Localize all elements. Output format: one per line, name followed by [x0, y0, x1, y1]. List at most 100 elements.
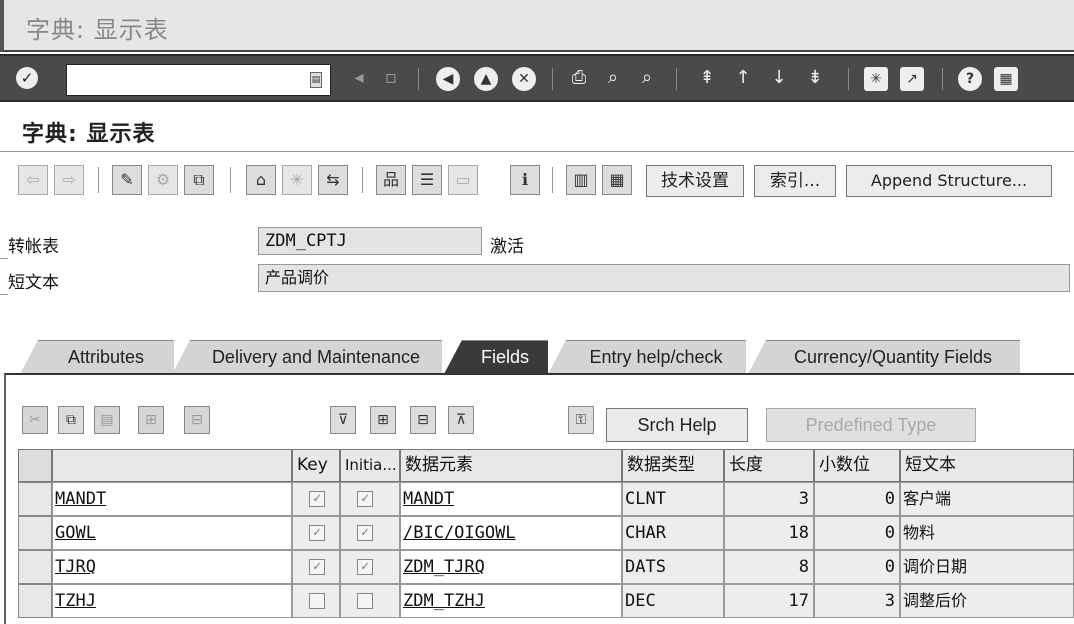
find-icon[interactable]: ⌕ [600, 65, 626, 91]
create-session-icon[interactable]: ✳ [864, 67, 888, 91]
key-checkbox-cell[interactable]: ✓ [292, 482, 340, 516]
row-selector[interactable] [18, 482, 52, 516]
tab-fields[interactable]: Fields [444, 340, 548, 374]
initial-checkbox-cell[interactable]: ✓ [340, 550, 400, 584]
window-title: 字典: 显示表 [26, 16, 169, 44]
tab-entry-help-check[interactable]: Entry help/check [548, 340, 746, 374]
layout-menu-icon[interactable]: ▦ [994, 67, 1018, 91]
technical-settings-button[interactable]: 技术设置 [646, 165, 744, 197]
initial-checkbox[interactable]: ✓ [357, 525, 373, 541]
last-row-icon[interactable]: ⊼ [448, 406, 474, 434]
predefined-type-button[interactable]: Predefined Type [766, 408, 976, 442]
tab-delivery-and-maintenance[interactable]: Delivery and Maintenance [172, 340, 442, 374]
where-used-icon[interactable]: ⌂ [246, 165, 276, 195]
display-change-icon[interactable]: ✎ [112, 165, 142, 195]
search-help-key-icon[interactable]: ⚿ [568, 406, 594, 434]
data-element-cell[interactable]: /BIC/OIGOWL [400, 516, 622, 550]
copy-icon[interactable]: ⧉ [58, 406, 84, 434]
row-selector[interactable] [18, 584, 52, 618]
data-element-cell[interactable]: MANDT [400, 482, 622, 516]
data-element-cell[interactable]: ZDM_TJRQ [400, 550, 622, 584]
column-header-data-element[interactable]: 数据元素 [400, 449, 622, 482]
scroll-left-icon[interactable]: ◂ [346, 65, 372, 91]
previous-page-icon[interactable]: ↑ [730, 65, 756, 91]
length-cell: 18 [724, 516, 814, 550]
next-page-icon[interactable]: ↓ [766, 65, 792, 91]
column-header-initial[interactable]: Initia... [340, 449, 400, 482]
insert-structure-icon[interactable]: ⊞ [370, 406, 396, 434]
enter-icon[interactable]: ✓ [16, 67, 38, 89]
key-checkbox[interactable] [309, 593, 325, 609]
field-name-cell[interactable]: TJRQ [52, 550, 292, 584]
navigation-icon[interactable]: ⇆ [318, 165, 348, 195]
initial-checkbox[interactable]: ✓ [357, 559, 373, 575]
initial-checkbox[interactable] [357, 593, 373, 609]
initial-checkbox-cell[interactable]: ✓ [340, 482, 400, 516]
object-list-icon[interactable]: ☰ [412, 165, 442, 195]
exit-icon[interactable]: ▲ [474, 67, 498, 91]
activate-icon[interactable]: ⚙ [148, 165, 178, 195]
decimals-cell: 0 [814, 516, 900, 550]
structure-icon[interactable]: ▥ [566, 165, 596, 195]
first-page-icon[interactable]: ⇞ [694, 65, 720, 91]
cut-icon[interactable]: ✂ [22, 406, 48, 434]
key-checkbox[interactable]: ✓ [309, 559, 325, 575]
command-field[interactable]: ▤ [66, 64, 331, 96]
first-row-icon[interactable]: ⊽ [330, 406, 356, 434]
system-toolbar: ✓ ▤ ◂ ▫ ◀ ▲ ✕ ⎙ ⌕ ⌕ ⇞ ↑ ↓ ⇟ ✳ ↗ ? ▦ [0, 54, 1074, 102]
indexes-button[interactable]: 索引... [754, 165, 836, 197]
check-icon[interactable]: ⧉ [184, 165, 214, 195]
insert-row-icon[interactable]: ⊞ [138, 406, 164, 434]
initial-checkbox-cell[interactable]: ✓ [340, 516, 400, 550]
column-header-length[interactable]: 长度 [724, 449, 814, 482]
short-text-cell: 客户端 [900, 482, 1074, 516]
srch-help-button[interactable]: Srch Help [606, 408, 748, 442]
find-next-icon[interactable]: ⌕ [634, 65, 660, 91]
column-header-short-text[interactable]: 短文本 [900, 449, 1074, 482]
row-selector[interactable] [18, 516, 52, 550]
create-shortcut-icon[interactable]: ↗ [900, 67, 924, 91]
delete-row-icon[interactable]: ⊟ [184, 406, 210, 434]
print-icon[interactable]: ⎙ [566, 65, 592, 91]
back-icon[interactable]: ◀ [436, 67, 460, 91]
row-selector[interactable] [18, 550, 52, 584]
other-object-icon[interactable]: ✳ [282, 165, 312, 195]
last-page-icon[interactable]: ⇟ [802, 65, 828, 91]
table-contents-icon[interactable]: ▦ [602, 165, 632, 195]
info-icon[interactable]: ℹ [510, 165, 540, 195]
command-history-dropdown-icon[interactable]: ▤ [310, 72, 322, 88]
cancel-icon[interactable]: ✕ [512, 67, 536, 91]
tab-attributes[interactable]: Attributes [20, 340, 174, 374]
screen-title: 字典: 显示表 [22, 122, 156, 147]
tab-currency-quantity-fields[interactable]: Currency/Quantity Fields [748, 340, 1020, 374]
save-icon[interactable]: ▫ [378, 65, 404, 91]
back-arrow-icon[interactable]: ⇦ [18, 165, 48, 195]
data-element-cell[interactable]: ZDM_TZHJ [400, 584, 622, 618]
column-header-decimals[interactable]: 小数位 [814, 449, 900, 482]
initial-checkbox-cell[interactable] [340, 584, 400, 618]
help-icon[interactable]: ? [958, 67, 982, 91]
key-checkbox[interactable]: ✓ [309, 525, 325, 541]
field-name-cell[interactable]: TZHJ [52, 584, 292, 618]
column-header-field[interactable] [52, 449, 292, 482]
paste-icon[interactable]: ▤ [94, 406, 120, 434]
key-checkbox-cell[interactable]: ✓ [292, 516, 340, 550]
append-structure-button[interactable]: Append Structure... [846, 165, 1052, 197]
key-checkbox[interactable]: ✓ [309, 491, 325, 507]
forward-arrow-icon[interactable]: ⇨ [54, 165, 84, 195]
field-name-cell[interactable]: MANDT [52, 482, 292, 516]
decimals-cell: 0 [814, 550, 900, 584]
hierarchy-icon[interactable]: 品 [376, 165, 406, 195]
field-name-cell[interactable]: GOWL [52, 516, 292, 550]
column-header-key[interactable]: Key [292, 449, 340, 482]
select-all-cell[interactable] [18, 449, 52, 482]
data-type-cell: DEC [622, 584, 724, 618]
key-checkbox-cell[interactable]: ✓ [292, 550, 340, 584]
remove-structure-icon[interactable]: ⊟ [410, 406, 436, 434]
column-header-data-type[interactable]: 数据类型 [622, 449, 724, 482]
table-name-field[interactable]: ZDM_CPTJ [258, 227, 482, 255]
key-checkbox-cell[interactable] [292, 584, 340, 618]
short-text-field[interactable]: 产品调价 [258, 264, 1070, 292]
display-object-list-icon[interactable]: ▭ [448, 165, 478, 195]
initial-checkbox[interactable]: ✓ [357, 491, 373, 507]
